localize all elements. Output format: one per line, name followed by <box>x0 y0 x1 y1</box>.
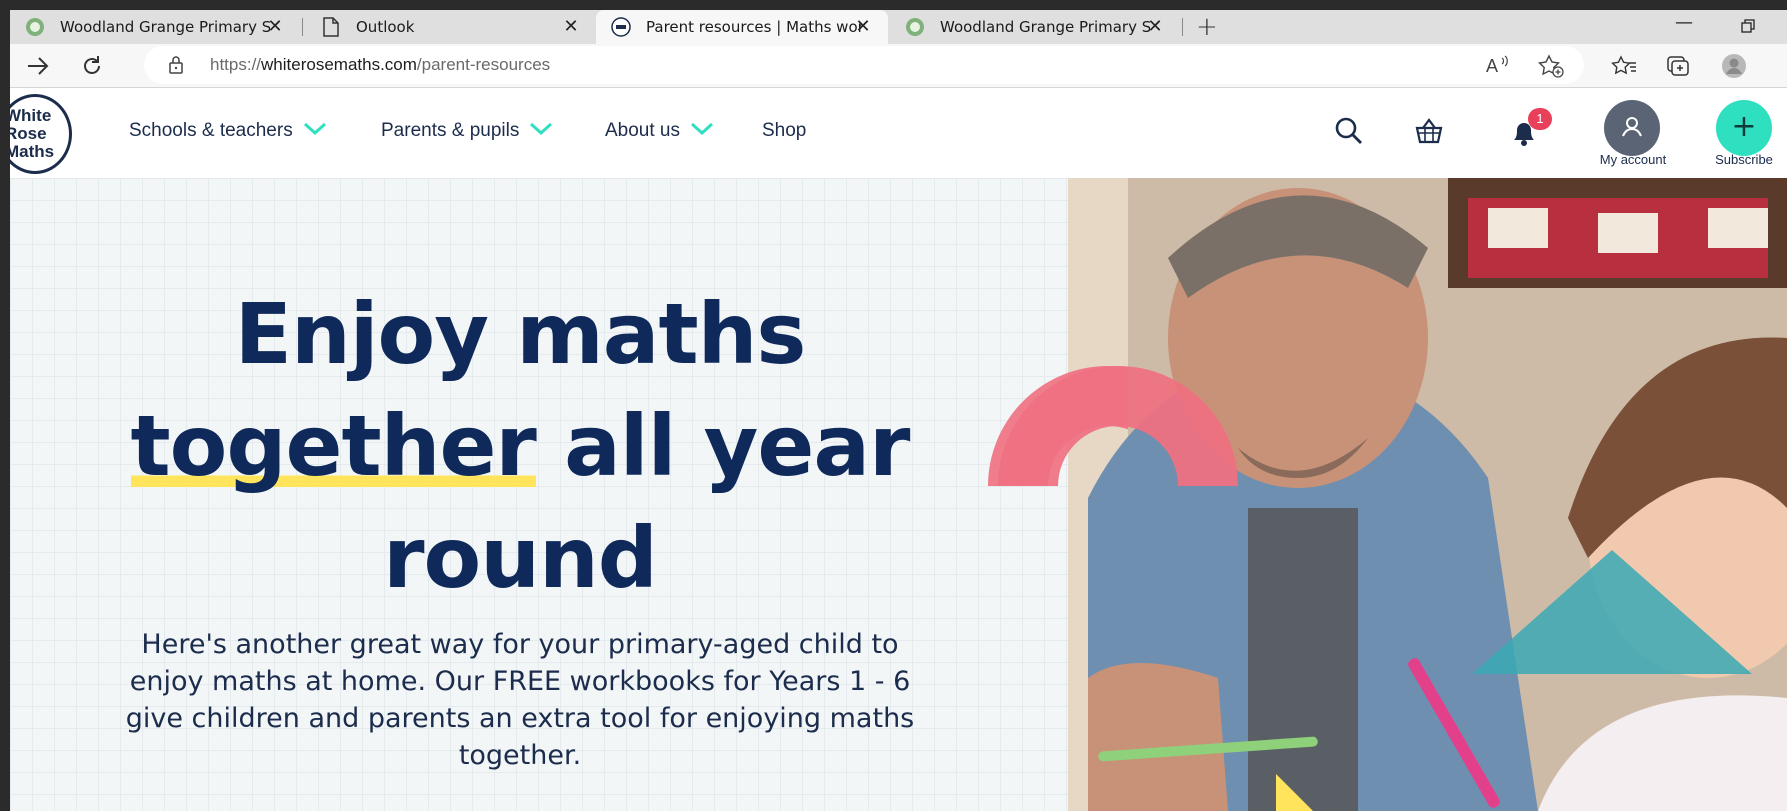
tab-title: Woodland Grange Primary Scho <box>940 18 1150 36</box>
add-favorite-icon[interactable] <box>1537 54 1564 82</box>
close-icon[interactable]: ✕ <box>264 16 286 38</box>
chevron-down-icon <box>303 120 327 142</box>
highlighted-word: together <box>130 397 537 495</box>
white-rose-icon <box>610 16 632 38</box>
notification-badge: 1 <box>1528 108 1552 130</box>
forward-icon[interactable] <box>22 50 54 82</box>
minimize-icon[interactable]: — <box>1675 12 1693 33</box>
close-icon[interactable]: ✕ <box>560 16 582 38</box>
chevron-down-icon <box>529 120 553 142</box>
tab-woodland-grange-2[interactable]: Woodland Grange Primary Scho ✕ <box>890 10 1180 44</box>
nav-parents-pupils[interactable]: Parents & pupils <box>381 120 553 142</box>
tab-bar: Woodland Grange Primary Scho ✕ Outlook ✕… <box>10 10 1787 44</box>
svg-text:A: A <box>1486 56 1498 76</box>
nav-label: Shop <box>762 120 807 141</box>
nav-label: Parents & pupils <box>381 120 520 141</box>
web-page: White Rose Maths Schools & teachers Pare… <box>10 88 1787 811</box>
favorites-icon[interactable] <box>1608 50 1640 82</box>
tab-title: Outlook <box>356 18 415 36</box>
hero-photo <box>1068 178 1787 811</box>
url-text: https://whiterosemaths.com/parent-resour… <box>210 55 551 74</box>
window-frame <box>0 0 10 811</box>
restore-icon[interactable] <box>1740 12 1756 39</box>
refresh-icon[interactable] <box>76 50 108 82</box>
hero-headline: Enjoy maths together all year round <box>130 285 910 607</box>
search-icon[interactable] <box>1334 116 1364 150</box>
nav-about-us[interactable]: About us <box>605 120 714 142</box>
address-bar[interactable]: https://whiterosemaths.com/parent-resour… <box>144 46 1584 84</box>
chevron-down-icon <box>690 120 714 142</box>
school-logo-icon <box>904 16 926 38</box>
decorative-triangle-shape <box>1472 550 1752 674</box>
account-label[interactable]: My account <box>1592 152 1674 167</box>
document-icon <box>320 16 342 38</box>
lock-icon <box>168 55 184 79</box>
tab-title: Woodland Grange Primary Scho <box>60 18 270 36</box>
tab-woodland-grange-1[interactable]: Woodland Grange Primary Scho ✕ <box>10 10 300 44</box>
decorative-arc-shape <box>998 366 1238 486</box>
basket-icon[interactable] <box>1414 118 1444 148</box>
hero-intro-text: Here's another great way for your primar… <box>125 629 915 771</box>
tab-outlook[interactable]: Outlook ✕ <box>306 10 596 44</box>
collections-icon[interactable] <box>1662 50 1694 82</box>
nav-label: Schools & teachers <box>129 120 293 141</box>
subscribe-button[interactable]: + <box>1716 100 1772 156</box>
close-icon[interactable]: ✕ <box>852 16 874 38</box>
tab-title: Parent resources | Maths workbo <box>646 18 862 36</box>
account-button[interactable] <box>1604 100 1660 156</box>
subscribe-label[interactable]: Subscribe <box>1704 152 1784 167</box>
tab-divider <box>302 18 303 36</box>
read-aloud-icon[interactable]: A <box>1486 54 1510 80</box>
new-tab-button[interactable]: + <box>1196 12 1218 42</box>
decorative-yellow-shape <box>1276 774 1313 811</box>
white-rose-maths-logo[interactable]: White Rose Maths <box>10 94 72 174</box>
tab-divider <box>1182 18 1183 36</box>
nav-schools-teachers[interactable]: Schools & teachers <box>129 120 327 142</box>
user-icon <box>1622 117 1642 137</box>
hero-text-panel: Enjoy maths together all year round Here… <box>10 178 1068 811</box>
site-header: White Rose Maths Schools & teachers Pare… <box>10 88 1787 178</box>
profile-icon[interactable] <box>1718 50 1750 82</box>
close-icon[interactable]: ✕ <box>1144 16 1166 38</box>
tab-parent-resources[interactable]: Parent resources | Maths workbo ✕ <box>596 10 888 44</box>
browser-toolbar: https://whiterosemaths.com/parent-resour… <box>10 44 1787 88</box>
nav-shop[interactable]: Shop <box>762 120 806 142</box>
school-logo-icon <box>24 16 46 38</box>
nav-label: About us <box>605 120 680 141</box>
